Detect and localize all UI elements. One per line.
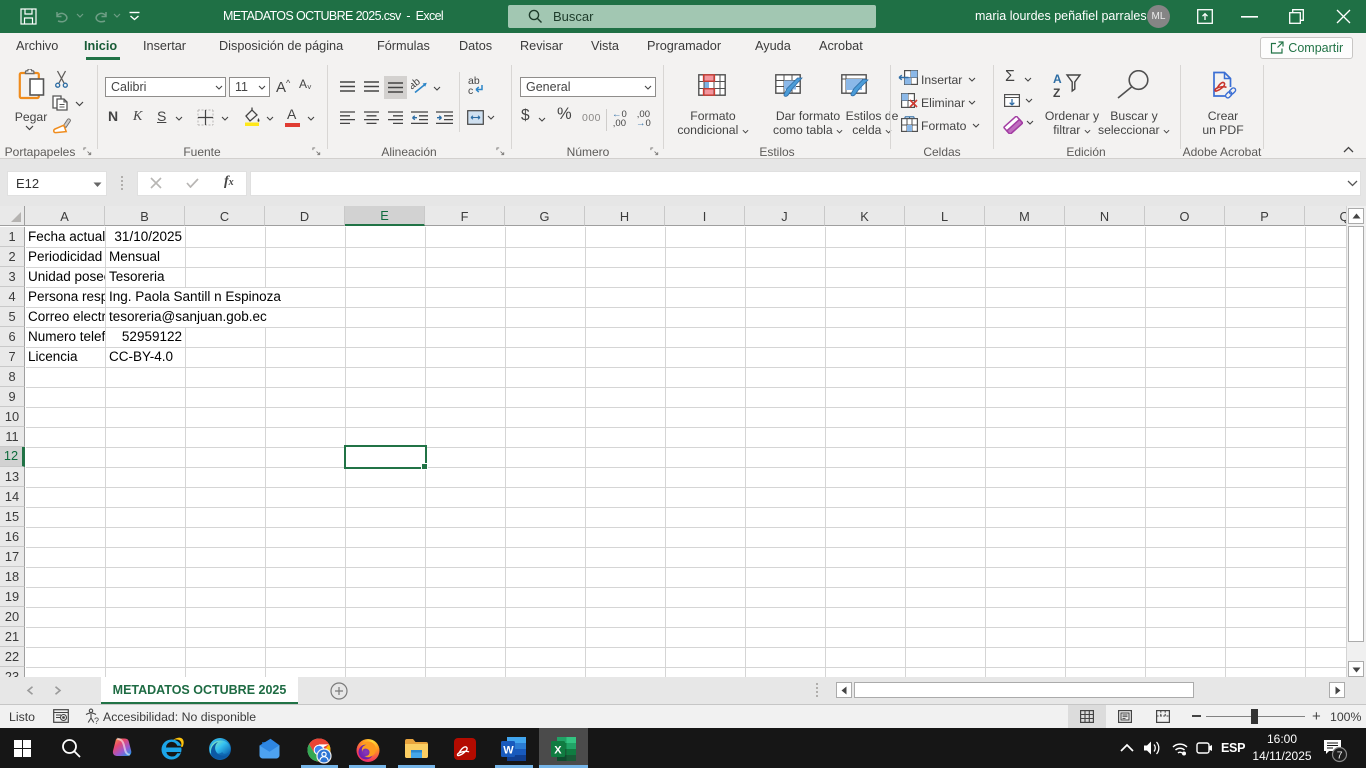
svg-text:?: ? — [94, 716, 99, 725]
svg-text:W: W — [503, 745, 514, 757]
svg-text:X: X — [554, 745, 562, 757]
svg-text:Z: Z — [1053, 86, 1060, 98]
svg-text:c: c — [468, 85, 473, 95]
svg-text:A: A — [1053, 72, 1062, 86]
svg-text:7: 7 — [1337, 750, 1343, 762]
